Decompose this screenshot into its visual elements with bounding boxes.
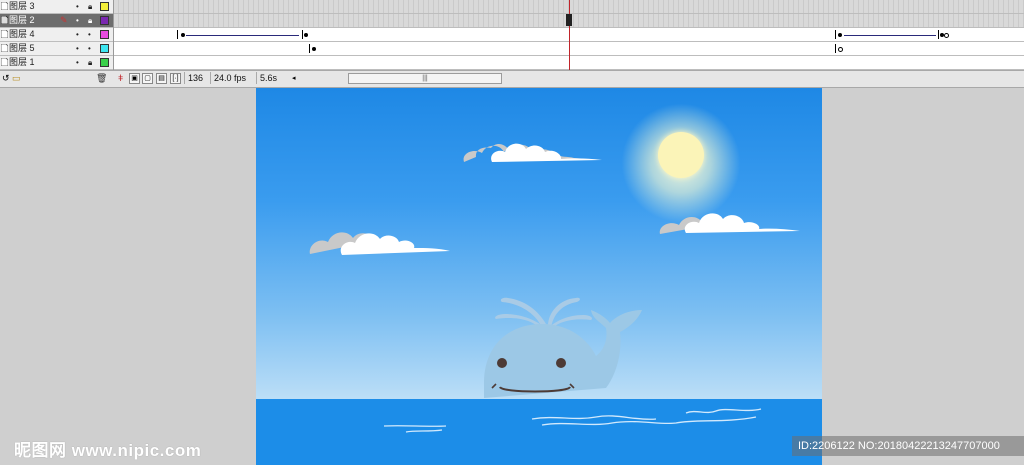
layer-name: 图层 1 <box>9 57 35 67</box>
frame-grid[interactable] <box>114 0 1024 70</box>
lock-dot-icon[interactable]: • <box>88 28 91 41</box>
add-folder-icon[interactable]: ▭ <box>12 73 21 84</box>
visibility-dot-icon[interactable]: • <box>76 28 79 41</box>
stage-canvas[interactable] <box>256 88 822 465</box>
lock-icon[interactable]: 🔒︎ <box>88 0 92 13</box>
scroll-left-arrow-icon[interactable]: ◂ <box>292 73 296 84</box>
tween-arrow <box>844 35 936 36</box>
keyframe[interactable] <box>838 33 842 37</box>
visibility-dot-icon[interactable]: • <box>76 42 79 55</box>
tween-arrow <box>186 35 299 36</box>
cloud-top <box>463 143 602 162</box>
frame-rate-field[interactable]: 24.0 fps <box>210 72 249 84</box>
keyframe-marker[interactable] <box>938 30 939 39</box>
keyframe-marker[interactable] <box>302 30 303 39</box>
outline-color-swatch[interactable] <box>100 58 109 67</box>
layer-row-3[interactable]: 图层 3 • 🔒︎ <box>0 0 113 14</box>
keyframe-marker[interactable] <box>177 30 178 39</box>
playhead-current-frame[interactable] <box>566 14 572 26</box>
sea-waves <box>383 408 762 433</box>
nipic-watermark-logo: 昵图网 www.nipic.com <box>14 441 202 460</box>
layer-row-5[interactable]: 图层 5 • • <box>0 42 113 56</box>
layer-name: 图层 3 <box>9 1 35 11</box>
motion-tween-span[interactable] <box>184 29 301 39</box>
layer-icon <box>1 58 8 66</box>
keyframe[interactable] <box>312 47 316 51</box>
onion-skin-icon[interactable]: ▣ <box>129 73 140 84</box>
visibility-dot-icon[interactable]: • <box>76 0 79 13</box>
outline-color-swatch[interactable] <box>100 30 109 39</box>
layer-name: 图层 2 <box>9 15 35 25</box>
onion-outline-icon[interactable]: ▢ <box>142 73 153 84</box>
timeline-status-bar: ↺ ▭ 🗑︎ ǂ ▣ ▢ ▤ [·] 136 24.0 fps 5.6s ◂ |… <box>0 70 1024 88</box>
horizontal-scroll-thumb[interactable]: ||| <box>348 73 502 84</box>
visibility-dot-icon[interactable]: • <box>76 14 79 27</box>
lock-icon[interactable]: 🔒︎ <box>88 14 92 27</box>
center-frame-icon[interactable]: ǂ <box>118 73 123 84</box>
layer-name: 图层 4 <box>9 29 35 39</box>
layer-name: 图层 5 <box>9 43 35 53</box>
layer-icon <box>1 16 8 24</box>
outline-color-swatch[interactable] <box>100 44 109 53</box>
nipic-watermark-id: ID:2206122 NO:20180422213247707000 <box>792 436 1024 456</box>
lock-icon[interactable]: 🔒︎ <box>88 56 92 69</box>
layer-row-4[interactable]: 图层 4 • • <box>0 28 113 42</box>
visibility-dot-icon[interactable]: • <box>76 56 79 69</box>
cloud-right <box>659 213 800 234</box>
layer-icon <box>1 44 8 52</box>
cloud-left <box>309 232 450 255</box>
blank-keyframe[interactable] <box>838 47 843 52</box>
layer-row-1[interactable]: 图层 1 • 🔒︎ <box>0 56 113 70</box>
elapsed-time-field: 5.6s <box>256 72 280 84</box>
keyframe[interactable] <box>304 33 308 37</box>
lock-dot-icon[interactable]: • <box>88 42 91 55</box>
playhead-line[interactable] <box>569 0 570 70</box>
blank-keyframe[interactable] <box>944 33 949 38</box>
keyframe-marker[interactable] <box>309 44 310 53</box>
timeline-panel: 图层 3 • 🔒︎ 图层 2 ✎ • 🔒︎ 图层 4 • • 图层 5 • • <box>0 0 1024 88</box>
modify-markers-icon[interactable]: [·] <box>170 73 181 84</box>
keyframe-marker[interactable] <box>835 30 836 39</box>
edit-multiple-frames-icon[interactable]: ▤ <box>156 73 167 84</box>
layer-row-2[interactable]: 图层 2 ✎ • 🔒︎ <box>0 14 113 28</box>
layer-icon <box>1 2 8 10</box>
current-frame-field: 136 <box>184 72 206 84</box>
layer-list: 图层 3 • 🔒︎ 图层 2 ✎ • 🔒︎ 图层 4 • • 图层 5 • • <box>0 0 114 70</box>
layer-icon <box>1 30 8 38</box>
outline-color-swatch[interactable] <box>100 16 109 25</box>
keyframe-marker[interactable] <box>835 44 836 53</box>
scroll-grip: ||| <box>422 75 428 82</box>
insert-layer-icon[interactable]: ↺ <box>2 73 10 84</box>
outline-color-swatch[interactable] <box>100 2 109 11</box>
pencil-edit-icon: ✎ <box>60 15 68 25</box>
trash-icon[interactable]: 🗑︎ <box>96 73 107 84</box>
whale <box>484 310 642 398</box>
